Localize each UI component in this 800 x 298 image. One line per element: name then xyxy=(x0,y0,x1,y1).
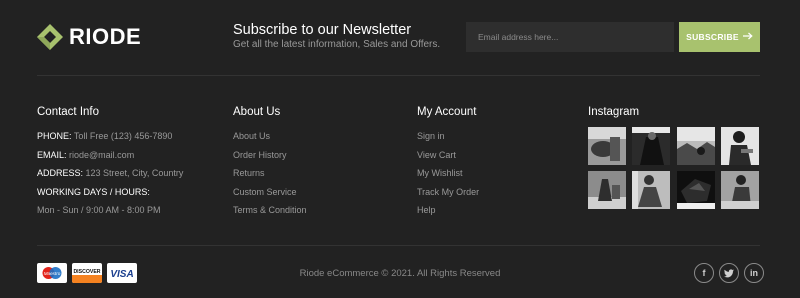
email-input[interactable] xyxy=(466,22,674,52)
top-divider xyxy=(37,75,760,76)
instagram-photo[interactable] xyxy=(588,127,626,165)
newsletter-title: Subscribe to our Newsletter xyxy=(233,22,412,38)
account-links: Sign in View Cart My Wishlist Track My O… xyxy=(417,130,479,223)
about-link-order-history[interactable]: Order History xyxy=(233,149,307,168)
instagram-grid xyxy=(588,127,759,209)
arrow-right-icon xyxy=(742,32,753,43)
phone-value[interactable]: Toll Free (123) 456-7890 xyxy=(74,131,173,141)
twitter-icon[interactable] xyxy=(719,263,739,283)
about-link-about-us[interactable]: About Us xyxy=(233,130,307,149)
subscribe-label: SUBSCRIBE xyxy=(686,32,739,42)
account-link-wishlist[interactable]: My Wishlist xyxy=(417,167,479,186)
hours-label: WORKING DAYS / HOURS: xyxy=(37,186,150,197)
account-link-track-order[interactable]: Track My Order xyxy=(417,186,479,205)
contact-title: Contact Info xyxy=(37,106,100,118)
instagram-photo[interactable] xyxy=(632,171,671,209)
contact-address: ADDRESS: 123 Street, City, Country xyxy=(37,167,183,186)
linkedin-icon[interactable]: in xyxy=(744,263,764,283)
contact-list: PHONE: Toll Free (123) 456-7890 EMAIL: r… xyxy=(37,130,183,223)
email-value[interactable]: riode@mail.com xyxy=(69,150,134,160)
contact-email: EMAIL: riode@mail.com xyxy=(37,149,183,168)
instagram-photo[interactable] xyxy=(676,171,715,209)
subscribe-button[interactable]: SUBSCRIBE xyxy=(679,22,760,52)
instagram-title: Instagram xyxy=(588,106,640,118)
contact-hours-label: WORKING DAYS / HOURS: xyxy=(37,186,183,205)
address-value: 123 Street, City, Country xyxy=(85,168,184,179)
account-link-sign-in[interactable]: Sign in xyxy=(417,130,479,149)
account-link-help[interactable]: Help xyxy=(417,204,479,223)
instagram-photo[interactable] xyxy=(588,171,626,209)
account-title: My Account xyxy=(417,106,477,118)
diamond-logo-icon xyxy=(37,24,63,50)
instagram-photo[interactable] xyxy=(720,171,759,209)
about-link-terms[interactable]: Terms & Condition xyxy=(233,204,307,223)
instagram-photo[interactable] xyxy=(632,127,671,165)
about-link-custom-service[interactable]: Custom Service xyxy=(233,186,307,205)
account-link-view-cart[interactable]: View Cart xyxy=(417,149,479,168)
newsletter-subtitle: Get all the latest information, Sales an… xyxy=(233,39,441,50)
instagram-photo[interactable] xyxy=(676,127,715,165)
about-link-returns[interactable]: Returns xyxy=(233,167,307,186)
instagram-photo[interactable] xyxy=(720,127,759,165)
phone-label: PHONE: xyxy=(37,131,72,141)
bottom-divider xyxy=(37,245,760,246)
facebook-icon[interactable]: f xyxy=(694,263,714,283)
address-label: ADDRESS: xyxy=(37,168,84,179)
brand-name: RIODE xyxy=(69,24,142,49)
about-links: About Us Order History Returns Custom Se… xyxy=(233,130,307,223)
email-label: EMAIL: xyxy=(37,149,67,160)
copyright-text: Riode eCommerce © 2021. All Rights Reser… xyxy=(299,268,501,279)
contact-hours-value: Mon - Sun / 9:00 AM - 8:00 PM xyxy=(37,205,161,216)
brand-logo[interactable]: RIODE xyxy=(37,24,141,50)
contact-phone: PHONE: Toll Free (123) 456-7890 xyxy=(37,130,183,149)
about-title: About Us xyxy=(233,106,281,118)
social-links: f in xyxy=(694,263,764,283)
